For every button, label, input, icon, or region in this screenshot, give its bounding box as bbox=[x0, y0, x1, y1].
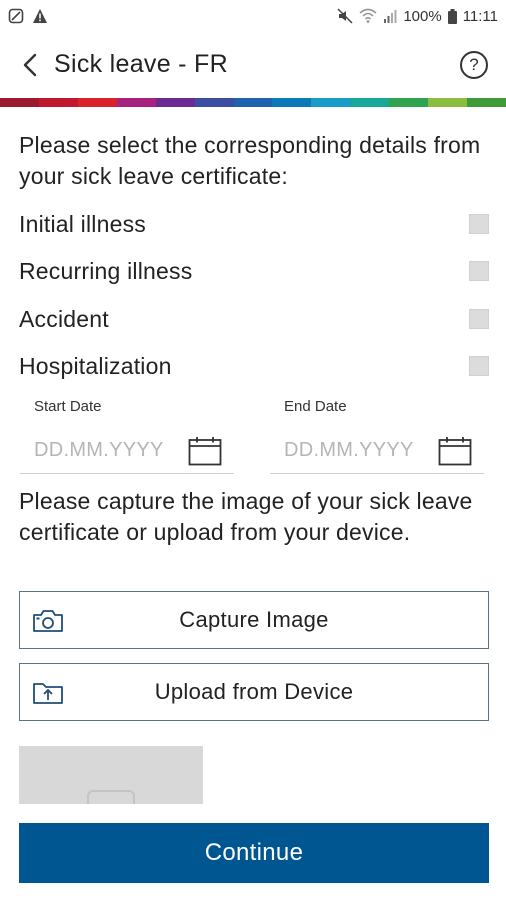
stripe-segment bbox=[38, 98, 78, 107]
camera-placeholder-icon bbox=[87, 790, 135, 804]
end-date-label: End Date bbox=[284, 398, 347, 415]
battery-icon bbox=[447, 8, 457, 24]
start-date-input[interactable]: DD.MM.YYYY bbox=[20, 428, 234, 474]
checkbox-accident[interactable] bbox=[469, 309, 489, 329]
option-recurring-illness[interactable]: Recurring illness bbox=[19, 254, 489, 288]
end-date-input[interactable]: DD.MM.YYYY bbox=[270, 428, 484, 474]
stripe-segment bbox=[116, 98, 156, 107]
stripe-segment bbox=[428, 98, 468, 107]
calendar-icon[interactable] bbox=[438, 436, 472, 466]
option-label: Recurring illness bbox=[19, 257, 193, 284]
option-label: Initial illness bbox=[19, 210, 146, 237]
battery-percentage: 100% bbox=[403, 7, 442, 25]
stripe-segment bbox=[311, 98, 351, 107]
capture-instructions: Please capture the image of your sick le… bbox=[19, 488, 473, 545]
checkbox-recurring-illness[interactable] bbox=[469, 261, 489, 281]
settings-notification-icon bbox=[8, 8, 24, 24]
start-date-placeholder: DD.MM.YYYY bbox=[34, 439, 164, 461]
stripe-segment bbox=[389, 98, 429, 107]
chevron-left-icon bbox=[23, 53, 37, 77]
capture-image-label: Capture Image bbox=[179, 607, 329, 632]
brand-color-stripe bbox=[0, 98, 506, 107]
upload-from-device-button[interactable]: Upload from Device bbox=[19, 663, 489, 721]
help-icon: ? bbox=[469, 55, 479, 74]
stripe-segment bbox=[155, 98, 195, 107]
warning-icon bbox=[32, 8, 48, 24]
option-label: Accident bbox=[19, 305, 109, 332]
continue-button[interactable]: Continue bbox=[19, 823, 489, 883]
option-hospitalization[interactable]: Hospitalization bbox=[19, 349, 489, 383]
stripe-segment bbox=[272, 98, 312, 107]
upload-folder-icon bbox=[33, 683, 63, 704]
back-button[interactable] bbox=[18, 52, 44, 78]
clock-time: 11:11 bbox=[462, 7, 498, 25]
checkbox-initial-illness[interactable] bbox=[469, 214, 489, 234]
calendar-icon[interactable] bbox=[188, 436, 222, 466]
camera-icon bbox=[33, 610, 63, 632]
option-accident[interactable]: Accident bbox=[19, 302, 489, 336]
help-button[interactable]: ? bbox=[460, 51, 488, 79]
stripe-segment bbox=[0, 98, 39, 107]
app-bar: Sick leave - FR ? bbox=[0, 32, 506, 98]
end-date-field: End Date DD.MM.YYYY bbox=[270, 398, 484, 478]
selection-instructions: Please select the corresponding details … bbox=[19, 132, 481, 189]
option-label: Hospitalization bbox=[19, 352, 172, 379]
image-preview-placeholder bbox=[19, 746, 203, 804]
status-bar: 100% 11:11 bbox=[0, 0, 506, 32]
stripe-segment bbox=[350, 98, 390, 107]
wifi-icon bbox=[359, 8, 377, 24]
page-title: Sick leave - FR bbox=[54, 50, 228, 78]
option-initial-illness[interactable]: Initial illness bbox=[19, 207, 489, 241]
start-date-field: Start Date DD.MM.YYYY bbox=[20, 398, 234, 478]
stripe-segment bbox=[77, 98, 117, 107]
signal-icon bbox=[383, 9, 397, 23]
stripe-segment bbox=[233, 98, 273, 107]
end-date-placeholder: DD.MM.YYYY bbox=[284, 439, 414, 461]
mute-icon bbox=[337, 8, 353, 24]
stripe-segment bbox=[467, 98, 506, 107]
start-date-label: Start Date bbox=[34, 398, 102, 415]
upload-from-device-label: Upload from Device bbox=[154, 679, 354, 704]
checkbox-hospitalization[interactable] bbox=[469, 356, 489, 376]
capture-image-button[interactable]: Capture Image bbox=[19, 591, 489, 649]
stripe-segment bbox=[194, 98, 234, 107]
